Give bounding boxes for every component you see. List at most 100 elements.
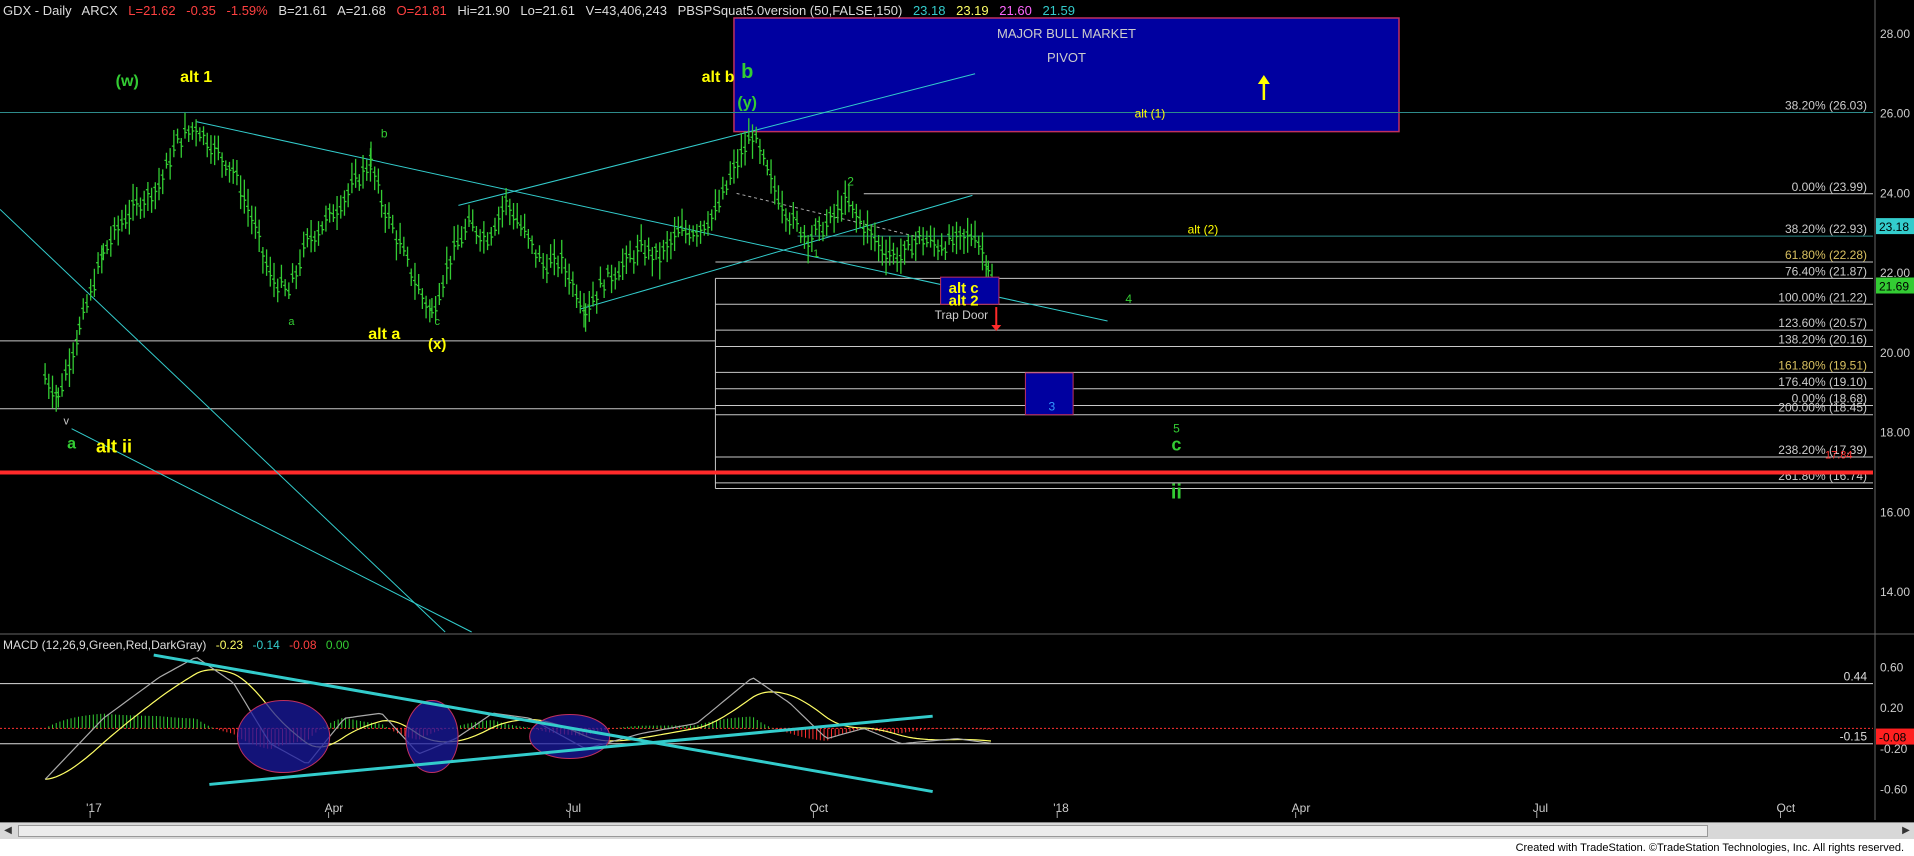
price-bar bbox=[249, 205, 254, 235]
fib-level-label: 38.20% (22.93) bbox=[1785, 222, 1867, 236]
price-bar bbox=[253, 206, 258, 239]
price-bar bbox=[533, 249, 538, 268]
price-bar bbox=[153, 182, 158, 210]
price-bar bbox=[294, 265, 299, 290]
scroll-right-arrow-icon[interactable]: ▶ bbox=[1898, 823, 1914, 839]
price-bar bbox=[526, 229, 531, 249]
price-bar bbox=[872, 222, 877, 252]
price-bar bbox=[134, 187, 139, 216]
price-bar bbox=[735, 149, 740, 179]
price-bar bbox=[145, 181, 150, 212]
price-bar bbox=[720, 176, 725, 200]
price-bar bbox=[954, 221, 959, 255]
price-bar bbox=[947, 224, 952, 245]
price-bar bbox=[264, 249, 269, 276]
price-bar bbox=[691, 225, 696, 242]
price-bar bbox=[657, 242, 662, 280]
price-bar bbox=[197, 127, 202, 142]
red-level-label: 17.84 bbox=[1825, 450, 1853, 462]
price-bar bbox=[939, 233, 944, 256]
price-bar bbox=[74, 329, 79, 356]
price-bar bbox=[743, 131, 748, 166]
diag-line-2 bbox=[71, 428, 472, 633]
horizontal-scrollbar[interactable]: ◀ ▶ bbox=[0, 822, 1914, 839]
price-tag-label: 23.18 bbox=[1879, 220, 1909, 234]
price-bar bbox=[559, 239, 564, 274]
price-y-tick: 26.00 bbox=[1880, 107, 1910, 121]
fib-level-label: 61.80% (22.28) bbox=[1785, 248, 1867, 262]
price-bar bbox=[81, 298, 86, 320]
price-bar bbox=[470, 209, 475, 232]
price-bar bbox=[455, 224, 460, 250]
price-bar bbox=[92, 268, 97, 298]
price-bar bbox=[646, 237, 651, 260]
price-bar bbox=[865, 210, 870, 244]
price-bar bbox=[876, 234, 881, 262]
price-bar bbox=[212, 135, 217, 166]
macd-v1: -0.23 bbox=[215, 638, 244, 652]
price-bar bbox=[427, 299, 432, 323]
price-bar bbox=[705, 211, 710, 236]
price-bar bbox=[548, 244, 553, 268]
price-bar bbox=[761, 149, 766, 166]
price-bar bbox=[383, 203, 388, 233]
price-bar bbox=[437, 282, 442, 305]
price-bar bbox=[357, 174, 362, 191]
price-bar bbox=[372, 166, 377, 191]
price-bar bbox=[973, 220, 978, 248]
price-bar bbox=[661, 239, 666, 260]
scroll-thumb[interactable] bbox=[18, 825, 1708, 837]
price-bar bbox=[379, 189, 384, 218]
price-bar bbox=[839, 195, 844, 222]
price-bar bbox=[765, 159, 770, 176]
fib-level-label: 238.20% (17.39) bbox=[1778, 443, 1867, 457]
x-tick-label: '18 bbox=[1053, 801, 1069, 815]
price-bar bbox=[969, 223, 974, 247]
price-bar bbox=[496, 206, 501, 235]
label-v: v bbox=[64, 416, 70, 428]
price-bar bbox=[884, 239, 889, 276]
fib-level-label: 0.00% (23.99) bbox=[1792, 180, 1867, 194]
price-y-tick: 14.00 bbox=[1880, 585, 1910, 599]
label-1: 1 bbox=[813, 248, 819, 260]
price-bar bbox=[368, 141, 373, 168]
price-bar bbox=[390, 214, 395, 234]
price-bar bbox=[869, 224, 874, 251]
price-bar bbox=[71, 342, 76, 374]
pivot-label-1: MAJOR BULL MARKET bbox=[997, 26, 1136, 41]
label-x: (x) bbox=[428, 336, 446, 353]
fib-level-label: 76.40% (21.87) bbox=[1785, 264, 1867, 278]
fib-level-label: 176.40% (19.10) bbox=[1778, 375, 1867, 389]
price-bar bbox=[950, 226, 955, 253]
price-bar bbox=[84, 294, 89, 313]
price-bar bbox=[976, 235, 981, 255]
price-bar bbox=[537, 245, 542, 263]
scroll-left-arrow-icon[interactable]: ◀ bbox=[0, 823, 16, 839]
chart-canvas[interactable]: 28.0026.0024.0022.0020.0018.0016.0014.00… bbox=[0, 0, 1914, 856]
price-bar bbox=[386, 202, 391, 229]
price-bar bbox=[405, 246, 410, 267]
price-bar bbox=[401, 236, 406, 257]
price-bar bbox=[958, 226, 963, 250]
macd-y-tick: 0.20 bbox=[1880, 701, 1904, 715]
price-bar bbox=[489, 227, 494, 246]
bid: B=21.61 bbox=[278, 3, 328, 18]
label-alt-1: alt 1 bbox=[180, 69, 212, 86]
price-bar bbox=[272, 262, 277, 298]
price-bar bbox=[709, 209, 714, 231]
price-bar bbox=[602, 279, 607, 298]
price-bar bbox=[795, 210, 800, 232]
price-bar bbox=[444, 246, 449, 285]
price-bar bbox=[846, 184, 851, 213]
price-bar bbox=[887, 236, 892, 266]
price-bar bbox=[980, 232, 985, 271]
fib-level-label: 100.00% (21.22) bbox=[1778, 290, 1867, 304]
price-bar bbox=[541, 253, 546, 279]
price-bar bbox=[724, 180, 729, 195]
price-bar bbox=[802, 224, 807, 249]
price-bar bbox=[346, 183, 351, 208]
price-bar bbox=[305, 228, 310, 248]
price-bar bbox=[850, 201, 855, 219]
label-5: 5 bbox=[1173, 422, 1180, 436]
price-bar bbox=[286, 282, 291, 299]
